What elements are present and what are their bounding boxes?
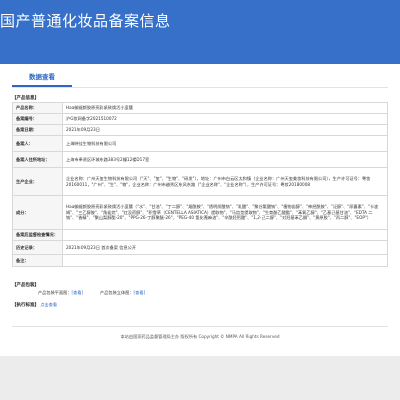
row-label: 历史记录： bbox=[12, 240, 63, 255]
row-label: 备案人： bbox=[12, 135, 63, 152]
content-card: 数据查看 【产品信息】 产品名称： Haa御缇颜胶原亮彩紧致焕活小蛮腰 备案编号：… bbox=[0, 64, 400, 356]
table-row: 产品名称： Haa御缇颜胶原亮彩紧致焕活小蛮腰 bbox=[12, 102, 388, 114]
tab-data-view[interactable]: 数据查看 bbox=[12, 69, 72, 85]
table-row: 备注： bbox=[12, 254, 388, 267]
row-label: 备案后监督检查情况： bbox=[12, 229, 63, 241]
header-banner: 国产普通化妆品备案信息 bbox=[0, 0, 400, 64]
product-info-heading: 【产品信息】 bbox=[12, 96, 39, 101]
table-row: 备案人住所地址： 上海市奉贤区环城东路383号2幢12楼D17室 bbox=[12, 151, 388, 168]
tab-divider bbox=[12, 87, 388, 88]
package-3d-view-link[interactable]: [查看] bbox=[134, 290, 146, 295]
table-row: 备案编号： 沪G妆网备字2021510072 bbox=[12, 113, 388, 125]
row-value: 企业名称：广州天玺生物科技有限公司（"天"、"玺"、"生物"、"研发"），地址：… bbox=[62, 167, 388, 196]
row-value: Haa御缇颜胶原亮彩紧致焕活小蛮腰 bbox=[62, 102, 388, 114]
row-value: 2021年09月23日 bbox=[62, 124, 388, 136]
table-row: 备案日期： 2021年09月23日 bbox=[12, 124, 388, 136]
row-value: Haa御缇颜胶原亮彩紧致焕活小蛮腰（"水"、"甘油"、"丁二醇"、"烟酰胺"、"… bbox=[62, 195, 388, 230]
package-heading: 【产品包装】 bbox=[12, 283, 39, 288]
row-value bbox=[62, 254, 388, 267]
footer-divider bbox=[12, 326, 388, 327]
table-row: 生产企业： 企业名称：广州天玺生物科技有限公司（"天"、"玺"、"生物"、"研发"… bbox=[12, 167, 388, 196]
row-value: 沪G妆网备字2021510072 bbox=[62, 113, 388, 125]
table-row: 成分： Haa御缇颜胶原亮彩紧致焕活小蛮腰（"水"、"甘油"、"丁二醇"、"烟酰胺… bbox=[12, 195, 388, 230]
row-label: 备案编号： bbox=[12, 113, 63, 125]
package-3d-line: 产品包装立体图：[查看] bbox=[100, 290, 145, 296]
table-row: 历史记录： 2021年09月23日 首次备案 信息公开 bbox=[12, 240, 388, 255]
page-title: 国产普通化妆品备案信息 bbox=[0, 12, 171, 30]
package-flat-line: 产品包装平面图：[查看] bbox=[38, 290, 83, 296]
copyright-footer: 本站由国家药品监督管理局主办 版权所有 Copyright © NMPA All… bbox=[120, 334, 280, 339]
exec-standard-view-link[interactable]: 点击查看 bbox=[40, 302, 57, 307]
row-label: 生产企业： bbox=[12, 167, 63, 196]
table-row: 备案后监督检查情况： bbox=[12, 229, 388, 241]
row-label: 产品名称： bbox=[12, 102, 63, 114]
package-3d-label: 产品包装立体图： bbox=[100, 290, 134, 295]
table-row: 备案人： 上海映佳生物科技有限公司 bbox=[12, 135, 388, 152]
row-label: 备案日期： bbox=[12, 124, 63, 136]
exec-standard-heading: 【执行标准】 bbox=[12, 303, 39, 308]
row-label: 成分： bbox=[12, 195, 63, 230]
product-info-table: 产品名称： Haa御缇颜胶原亮彩紧致焕活小蛮腰 备案编号： 沪G妆网备字202151… bbox=[12, 102, 388, 267]
package-flat-view-link[interactable]: [查看] bbox=[72, 290, 84, 295]
row-value: 上海市奉贤区环城东路383号2幢12楼D17室 bbox=[62, 151, 388, 168]
exec-standard-line: 【执行标准】 点击查看 bbox=[12, 302, 57, 308]
row-value: 2021年09月23日 首次备案 信息公开 bbox=[62, 240, 388, 255]
row-label: 备注： bbox=[12, 254, 63, 267]
row-label: 备案人住所地址： bbox=[12, 151, 63, 168]
package-flat-label: 产品包装平面图： bbox=[38, 290, 72, 295]
row-value bbox=[62, 229, 388, 241]
row-value: 上海映佳生物科技有限公司 bbox=[62, 135, 388, 152]
